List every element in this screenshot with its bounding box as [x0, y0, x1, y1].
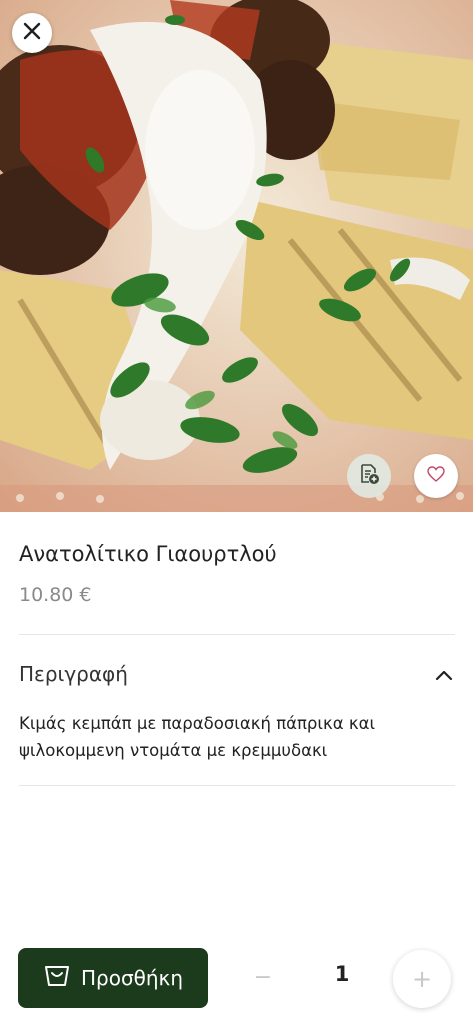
- product-image: [0, 0, 473, 512]
- basket-icon: [43, 964, 71, 993]
- close-icon: [23, 22, 41, 44]
- heart-icon: [427, 466, 445, 486]
- add-to-cart-button[interactable]: Προσθήκη: [18, 948, 208, 1008]
- product-title: Ανατολίτικο Γιαουρτλού: [19, 542, 277, 566]
- divider: [19, 785, 455, 786]
- quantity-value: 1: [334, 962, 350, 986]
- chevron-up-icon[interactable]: [432, 664, 456, 688]
- description-text: Κιμάς κεμπάπ με παραδοσιακή πάπρικα και …: [19, 714, 376, 760]
- add-note-button[interactable]: [347, 454, 391, 498]
- description-heading[interactable]: Περιγραφή: [19, 662, 128, 686]
- product-price: 10.80 €: [19, 584, 92, 606]
- divider: [19, 634, 455, 635]
- decrease-quantity-button[interactable]: −: [248, 962, 278, 992]
- add-to-cart-label: Προσθήκη: [80, 966, 184, 990]
- close-button[interactable]: [12, 13, 52, 53]
- favorite-button[interactable]: [414, 454, 458, 498]
- note-add-icon: [358, 463, 380, 489]
- increase-quantity-button[interactable]: +: [393, 950, 451, 1008]
